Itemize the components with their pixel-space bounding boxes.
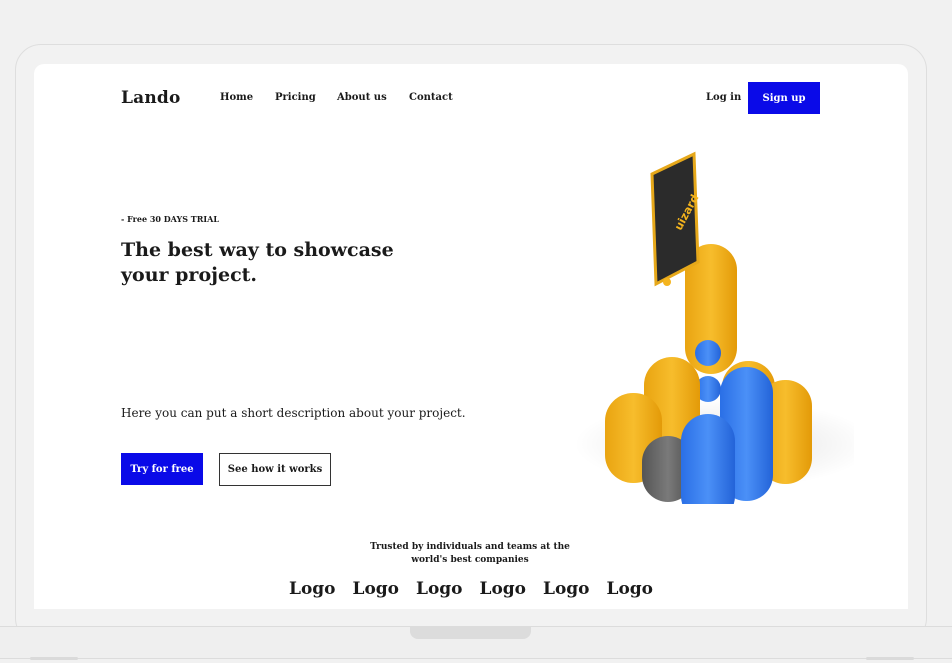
signup-button[interactable]: Sign up (748, 82, 820, 114)
logo-row: Logo Logo Logo Logo Logo Logo (289, 579, 670, 599)
laptop-foot-right (866, 657, 914, 660)
nav-contact[interactable]: Contact (409, 92, 453, 103)
company-logo: Logo (606, 579, 654, 599)
pill-shape-blue (681, 414, 735, 504)
website-screen: Lando Home Pricing About us Contact Log … (34, 64, 908, 609)
company-logo: Logo (289, 579, 336, 599)
nav-about-us[interactable]: About us (337, 92, 387, 103)
hero-headline: The best way to showcase your project. (121, 239, 394, 286)
nav-home[interactable]: Home (220, 92, 253, 103)
laptop-notch (410, 627, 531, 639)
see-how-it-works-button[interactable]: See how it works (219, 453, 331, 486)
company-logo: Logo (543, 579, 590, 599)
trusted-by-text: Trusted by individuals and teams at the … (370, 542, 570, 565)
login-link[interactable]: Log in (706, 92, 741, 103)
try-for-free-button[interactable]: Try for free (121, 453, 203, 485)
hero-description: Here you can put a short description abo… (121, 406, 466, 420)
brand-logo[interactable]: Lando (121, 88, 181, 108)
blue-ball (695, 340, 721, 366)
trial-badge: - Free 30 DAYS TRIAL (121, 214, 219, 224)
company-logo: Logo (352, 579, 400, 599)
nav-pricing[interactable]: Pricing (275, 92, 316, 103)
laptop-foot-left (30, 657, 78, 660)
hero-illustration: uizard (574, 151, 854, 504)
company-logo: Logo (416, 579, 463, 599)
company-logo: Logo (479, 579, 527, 599)
